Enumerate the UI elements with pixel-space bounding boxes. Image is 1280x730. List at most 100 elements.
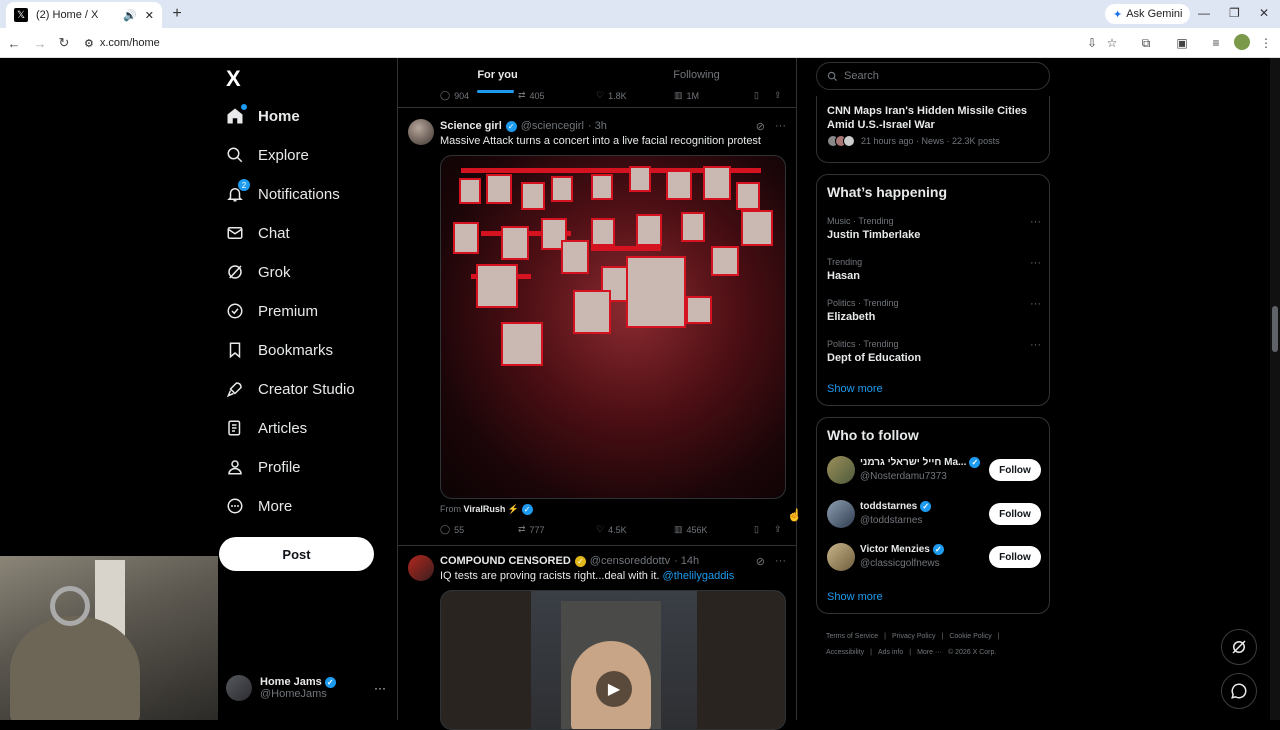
like-action[interactable]: ♡ 4.5K	[596, 524, 627, 535]
speaker-icon[interactable]: 🔊	[123, 9, 137, 22]
tweet-author-name[interactable]: Science girl	[440, 120, 502, 132]
footer-link[interactable]: Privacy Policy	[892, 633, 936, 640]
profile-avatar[interactable]	[1234, 34, 1250, 50]
bookmark-action-icon[interactable]: ▯	[754, 524, 759, 535]
nav-creator-studio[interactable]: Creator Studio	[226, 375, 355, 403]
new-tab-button[interactable]: +	[168, 5, 186, 23]
trend-item[interactable]: Politics · Trending Elizabeth ···	[827, 298, 1041, 323]
tweet-more-icon[interactable]: ···	[775, 555, 786, 568]
tweet-time[interactable]: · 14h	[674, 555, 699, 567]
tweet-time[interactable]: · 3h	[588, 120, 607, 132]
trends-show-more-link[interactable]: Show more	[827, 383, 883, 395]
reply-action[interactable]: ◯ 55	[440, 524, 464, 535]
bookmark-star-icon[interactable]: ☆	[1104, 35, 1120, 51]
nav-explore[interactable]: Explore	[226, 141, 309, 169]
account-more-icon[interactable]: ···	[374, 681, 386, 695]
repost-action[interactable]: ⇄ 777	[518, 524, 545, 535]
extensions-icon[interactable]: ⧉	[1138, 35, 1154, 51]
nav-profile[interactable]: Profile	[226, 453, 301, 481]
tweet-author-handle[interactable]: @sciencegirl	[521, 120, 584, 132]
trend-more-icon[interactable]: ···	[1030, 339, 1041, 351]
nav-bookmarks[interactable]: Bookmarks	[226, 336, 333, 364]
news-title[interactable]: CNN Maps Iran's Hidden Missile Cities Am…	[827, 104, 1042, 132]
tweet-author-handle[interactable]: @censoreddottv	[590, 555, 670, 567]
back-icon[interactable]: ←	[6, 35, 22, 51]
x-logo[interactable]: X	[226, 66, 241, 92]
grok-fab-button[interactable]	[1221, 629, 1257, 665]
media-icon[interactable]: ≡	[1208, 35, 1224, 51]
tweet[interactable]: Science girl ✓ @sciencegirl · 3h ⊘ ··· M…	[398, 110, 796, 546]
nav-chat[interactable]: Chat	[226, 219, 290, 247]
reply-action[interactable]: ◯ 904	[440, 90, 469, 101]
install-icon[interactable]: ⇩	[1084, 35, 1100, 51]
play-icon[interactable]: ▶	[596, 671, 632, 707]
share-action-icon[interactable]: ⇪	[774, 524, 782, 535]
follow-suggestion[interactable]: toddstarnes ✓ @toddstarnes Follow	[827, 499, 1041, 529]
browser-tab[interactable]: 𝕏 (2) Home / X 🔊 ✕	[6, 2, 162, 28]
tab-for-you[interactable]: For you	[398, 58, 597, 93]
restore-icon[interactable]: ❐	[1229, 6, 1240, 20]
footer-link[interactable]: Ads info	[878, 649, 903, 656]
share-action-icon[interactable]: ⇪	[774, 90, 782, 101]
follow-show-more-link[interactable]: Show more	[827, 591, 883, 603]
tweet-mention-link[interactable]: @thelilygaddis	[663, 570, 735, 582]
close-window-icon[interactable]: ✕	[1259, 6, 1269, 20]
site-settings-icon[interactable]: ⚙	[84, 37, 94, 50]
trend-more-icon[interactable]: ···	[1030, 298, 1041, 310]
from-account-name[interactable]: ViralRush ⚡	[464, 504, 520, 514]
views-action[interactable]: ▥ 456K	[674, 524, 708, 535]
page-scrollbar[interactable]	[1270, 58, 1280, 720]
tweet[interactable]: COMPOUND CENSORED ✓ @censoreddottv · 14h…	[398, 548, 796, 730]
nav-articles[interactable]: Articles	[226, 414, 307, 442]
trend-item[interactable]: Music · Trending Justin Timberlake ···	[827, 216, 1041, 241]
post-button[interactable]: Post	[219, 537, 374, 571]
grok-explain-icon[interactable]: ⊘	[756, 555, 765, 568]
nav-more[interactable]: More	[226, 492, 292, 520]
reload-icon[interactable]: ↻	[56, 35, 72, 51]
split-view-icon[interactable]: ▣	[1174, 35, 1190, 51]
trend-item[interactable]: Trending Hasan ···	[827, 257, 1041, 282]
account-switcher[interactable]: Home Jams ✓ @HomeJams ···	[226, 668, 386, 708]
suggestion-avatar[interactable]	[827, 456, 855, 484]
bookmark-action-icon[interactable]: ▯	[754, 90, 759, 101]
footer-link[interactable]: Accessibility	[826, 649, 864, 656]
tweet-video[interactable]	[440, 155, 786, 499]
nav-home[interactable]: Home	[226, 102, 300, 130]
menu-icon[interactable]: ⋮	[1258, 35, 1274, 51]
follow-button[interactable]: Follow	[989, 503, 1041, 525]
ask-gemini-button[interactable]: ✦ Ask Gemini	[1105, 4, 1191, 24]
like-action[interactable]: ♡ 1.8K	[596, 90, 627, 101]
suggestion-avatar[interactable]	[827, 500, 855, 528]
grok-explain-icon[interactable]: ⊘	[756, 120, 765, 133]
chat-fab-button[interactable]	[1221, 673, 1257, 709]
follow-suggestion[interactable]: חייל ישראלי גרמני Ma... ✓ @Nosterdamu7373…	[827, 455, 1041, 485]
suggestion-name[interactable]: toddstarnes	[860, 501, 917, 512]
follow-button[interactable]: Follow	[989, 546, 1041, 568]
trend-more-icon[interactable]: ···	[1030, 257, 1041, 269]
nav-grok[interactable]: Grok	[226, 258, 291, 286]
footer-link[interactable]: Cookie Policy	[949, 633, 991, 640]
nav-notifications[interactable]: 2 Notifications	[226, 179, 340, 208]
from-attribution[interactable]: From ViralRush ⚡ ✓	[440, 504, 533, 515]
tweet-author-name[interactable]: COMPOUND CENSORED	[440, 555, 571, 567]
footer-link[interactable]: Terms of Service	[826, 633, 878, 640]
trend-item[interactable]: Politics · Trending Dept of Education ··…	[827, 339, 1041, 364]
trend-more-icon[interactable]: ···	[1030, 216, 1041, 228]
tweet-video[interactable]: ▶	[440, 590, 786, 730]
suggestion-name[interactable]: Victor Menzies	[860, 544, 930, 555]
scrollbar-thumb[interactable]	[1272, 306, 1278, 352]
close-tab-icon[interactable]: ✕	[145, 9, 154, 22]
footer-link[interactable]: More ···	[917, 649, 942, 656]
nav-premium[interactable]: Premium	[226, 297, 318, 325]
search-input[interactable]: Search	[816, 62, 1050, 90]
suggestion-avatar[interactable]	[827, 543, 855, 571]
suggestion-name[interactable]: חייל ישראלי גרמני Ma...	[860, 457, 966, 468]
url-field[interactable]: ⚙ x.com/home	[84, 32, 1084, 54]
repost-action[interactable]: ⇄ 405	[518, 90, 545, 101]
tab-following[interactable]: Following	[597, 58, 796, 91]
news-card[interactable]: CNN Maps Iran's Hidden Missile Cities Am…	[816, 96, 1050, 163]
minimize-icon[interactable]: —	[1198, 6, 1210, 20]
forward-icon[interactable]: →	[32, 35, 48, 51]
views-action[interactable]: ▥ 1M	[674, 90, 699, 101]
tweet-more-icon[interactable]: ···	[775, 120, 786, 133]
